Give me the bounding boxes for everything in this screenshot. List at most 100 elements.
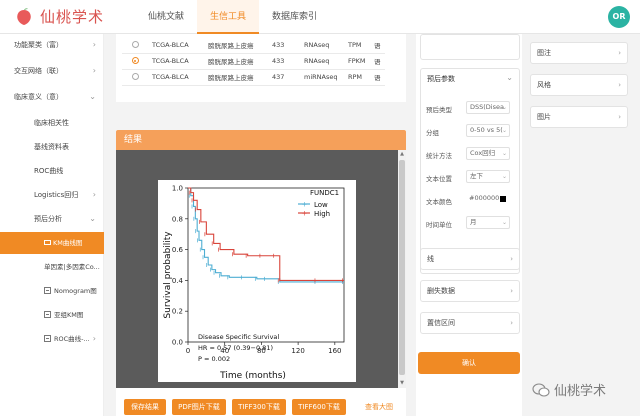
grouping-select[interactable]: 0-50 vs 5(⌄ xyxy=(466,124,510,137)
dropdown-arrow-icon: ⌄ xyxy=(501,219,507,226)
table-row[interactable]: TCGA-BLCA 膀胱尿路上皮癌 437 miRNAseq RPM 语 xyxy=(122,69,385,86)
view-large-link[interactable]: 查看大图 xyxy=(365,402,393,412)
text-color-input[interactable]: #000000 xyxy=(466,193,510,206)
sidebar: 功能聚类（富） › 交互网络（联） › 临床意义（意） ⌄ 临床相关性 基线资料表 R… xyxy=(0,34,104,416)
sidebar-item-subgroup-km[interactable]: 亚组KM图 xyxy=(0,304,104,326)
style-panel: 图注 › 风格 › 图片 › xyxy=(530,34,640,416)
image-section[interactable]: 图片 › xyxy=(530,106,628,128)
annotation-hr: HR = 0.57 (0.39−0.81) xyxy=(198,344,273,352)
km-plot-canvas: 0 40 80 120 160 0.0 0.2 0.4 0.6 0.8 1.0 Survival p… xyxy=(158,180,356,382)
peach-logo-icon xyxy=(17,7,31,25)
top-header: 仙桃学术 仙桃文献 生信工具 数据库索引 OR xyxy=(0,0,640,34)
sidebar-item-prognosis[interactable]: 预后分析 ⌄ xyxy=(0,208,104,230)
avatar[interactable]: OR xyxy=(608,6,630,28)
sidebar-item-nomogram[interactable]: Nomogram图 xyxy=(0,280,104,302)
sidebar-item-km-curve[interactable]: KM曲线图 xyxy=(0,232,104,254)
plot-scrollbar[interactable]: ▲ ▼ xyxy=(398,150,406,388)
params-top-box xyxy=(420,34,520,60)
dataset-table-card: TCGA-BLCA 膀胱尿路上皮癌 433 RNAseq TPM 语 TCGA-… xyxy=(116,34,406,102)
text-position-select[interactable]: 左下 ⌄ xyxy=(466,170,510,183)
chevron-right-icon: › xyxy=(510,287,513,295)
style-section[interactable]: 风格 › xyxy=(530,74,628,96)
save-result-button[interactable]: 保存结果 xyxy=(124,399,166,415)
chevron-right-icon: › xyxy=(618,113,621,121)
nav-bioinfo-tools[interactable]: 生信工具 xyxy=(197,0,260,34)
sidebar-item-roc-curve[interactable]: ROC曲线 xyxy=(0,160,104,182)
sidebar-item-roc-time[interactable]: ROC曲线-... › xyxy=(0,328,104,350)
field-label: 时间单位 xyxy=(426,221,452,229)
y-tick-label: 0.2 xyxy=(172,308,183,316)
legend-section[interactable]: 图注 › xyxy=(530,42,628,64)
pdf-download-button[interactable]: PDF图片下载 xyxy=(172,399,226,415)
dropdown-arrow-icon: ⌄ xyxy=(501,127,507,134)
radio-button[interactable] xyxy=(131,73,139,80)
field-label: 分组 xyxy=(426,129,439,137)
dropdown-arrow-icon: ⌄ xyxy=(501,150,507,157)
chevron-right-icon: › xyxy=(92,334,96,343)
legend-low-mark: + xyxy=(302,201,308,209)
tiff600-download-button[interactable]: TIFF600下载 xyxy=(292,399,346,415)
legend-high-label: High xyxy=(314,210,330,218)
scroll-thumb[interactable] xyxy=(399,160,405,375)
collapse-box-icon xyxy=(44,335,51,342)
tiff300-download-button[interactable]: TIFF300下载 xyxy=(232,399,286,415)
time-unit-select[interactable]: 月 ⌄ xyxy=(466,216,510,229)
nav-literature[interactable]: 仙桃文献 xyxy=(135,0,197,34)
sidebar-item-clinical-significance[interactable]: 临床意义（意） ⌄ xyxy=(0,86,104,108)
confidence-interval-section[interactable]: 置信区间 › xyxy=(420,312,520,334)
sidebar-item-function-cluster[interactable]: 功能聚类（富） › xyxy=(0,34,104,56)
field-label: 文本颜色 xyxy=(426,198,452,206)
x-tick-label: 120 xyxy=(291,347,304,355)
logo-text: 仙桃学术 xyxy=(40,8,105,26)
prognosis-type-select[interactable]: DSS(Disea ⌄ xyxy=(466,101,510,114)
sidebar-item-baseline-table[interactable]: 基线资料表 xyxy=(0,136,104,158)
legend-low-label: Low xyxy=(314,201,328,209)
chevron-right-icon: › xyxy=(618,81,621,89)
table-row[interactable]: TCGA-BLCA 膀胱尿路上皮癌 433 RNAseq TPM 语 xyxy=(122,37,385,54)
chevron-right-icon: › xyxy=(510,319,513,327)
x-tick-label: 160 xyxy=(328,347,341,355)
result-card: 结果 0 40 80 120 160 0.0 0.2 0.4 0.6 0.8 1.0 Surviva… xyxy=(116,130,406,416)
result-title: 结果 xyxy=(116,130,406,150)
checkbox-icon xyxy=(44,240,51,245)
dataset-table: TCGA-BLCA 膀胱尿路上皮癌 433 RNAseq TPM 语 TCGA-… xyxy=(122,37,385,86)
x-axis-label: Time (months) xyxy=(219,371,286,381)
annotation-p-value: P = 0.002 xyxy=(198,355,230,363)
censored-section[interactable]: 删失数据 › xyxy=(420,280,520,302)
annotation-test-type: Disease Specific Survival xyxy=(198,333,279,341)
collapse-box-icon xyxy=(44,311,51,318)
chevron-down-icon[interactable]: ⌄ xyxy=(506,73,513,82)
legend-high-mark: + xyxy=(302,210,308,218)
confirm-button[interactable]: 确认 xyxy=(418,352,520,374)
sidebar-item-clinical-correlation[interactable]: 临床相关性 xyxy=(0,112,104,134)
chevron-right-icon: › xyxy=(92,190,96,199)
scroll-up-icon[interactable]: ▲ xyxy=(399,151,405,157)
chevron-down-icon: ⌄ xyxy=(89,92,96,101)
color-swatch[interactable] xyxy=(500,196,506,202)
line-section[interactable]: 线 › xyxy=(420,248,520,270)
scroll-down-icon[interactable]: ▼ xyxy=(399,380,405,386)
watermark-text: 仙桃学术 xyxy=(554,384,607,399)
params-title: 预后参数 xyxy=(427,75,455,83)
radio-button[interactable] xyxy=(131,40,139,48)
wechat-icon xyxy=(532,382,550,397)
chevron-down-icon: ⌄ xyxy=(89,214,96,223)
y-tick-label: 0.4 xyxy=(172,277,184,285)
logo[interactable]: 仙桃学术 xyxy=(14,6,104,27)
nav-database-index[interactable]: 数据库索引 xyxy=(259,0,330,34)
km-chart: 0 40 80 120 1600.00.20.40.60.81.0 Survival p… xyxy=(163,185,345,381)
plot-preview-area: 0 40 80 120 160 0.0 0.2 0.4 0.6 0.8 1.0 Survival p… xyxy=(116,150,398,388)
field-label: 统计方法 xyxy=(426,152,452,160)
sidebar-item-cox[interactable]: 单因素|多因素Co... xyxy=(0,256,104,278)
main-nav: 仙桃文献 生信工具 数据库索引 xyxy=(135,0,330,34)
radio-button-selected[interactable] xyxy=(131,57,139,64)
sidebar-item-logistics[interactable]: Logistics回归 › xyxy=(0,184,104,206)
field-label: 预后类型 xyxy=(426,106,452,114)
field-label: 文本位置 xyxy=(426,175,452,183)
sidebar-item-interaction-network[interactable]: 交互网络（联） › xyxy=(0,60,104,82)
table-row[interactable]: TCGA-BLCA 膀胱尿路上皮癌 433 RNAseq FPKM 语 xyxy=(122,53,385,70)
dropdown-arrow-icon: ⌄ xyxy=(501,104,507,111)
y-axis-label: Survival probability xyxy=(163,231,173,319)
stat-method-select[interactable]: Cox回归 ⌄ xyxy=(466,147,510,160)
chevron-right-icon: › xyxy=(92,40,96,49)
